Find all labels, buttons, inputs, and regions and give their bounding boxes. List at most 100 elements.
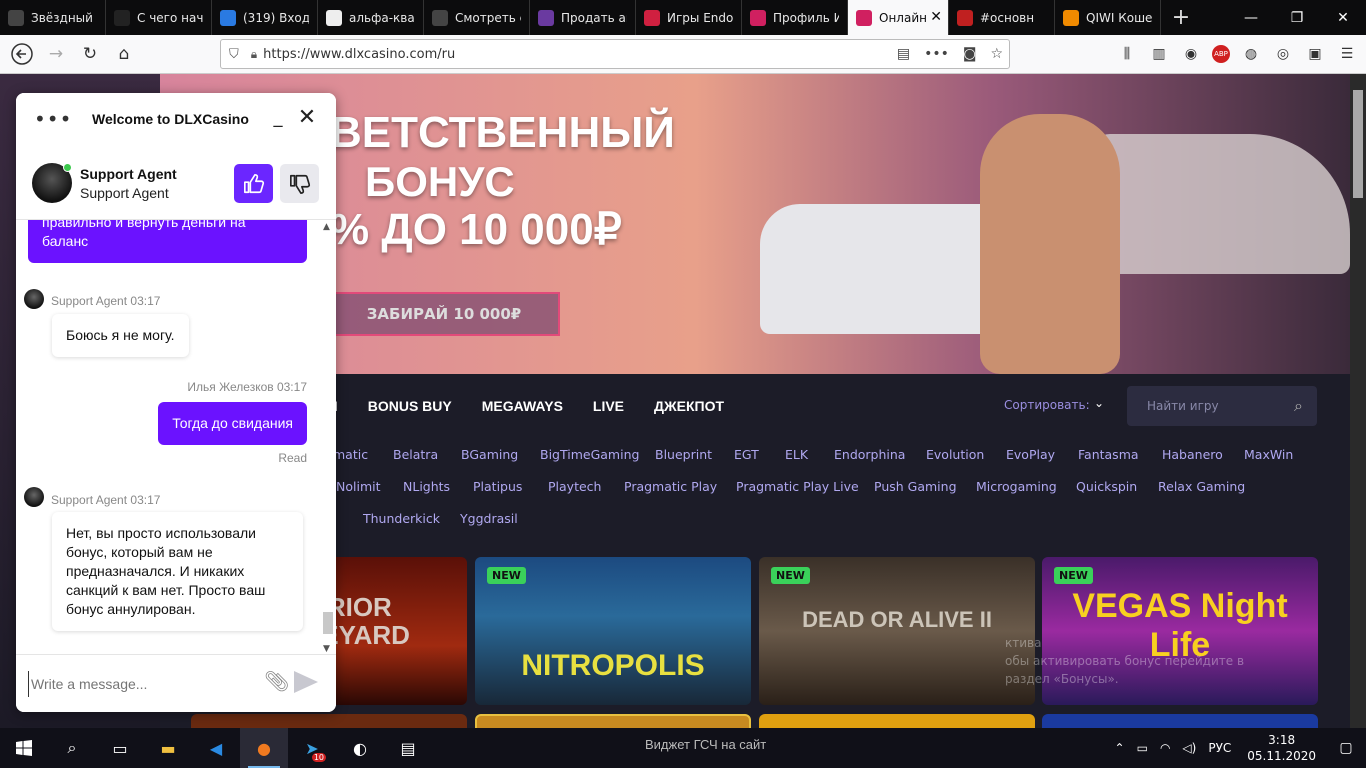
browser-tab[interactable]: (319) Входя — [212, 0, 318, 35]
provider-link[interactable]: Fantasma — [1078, 447, 1139, 462]
game-tile-row2-1[interactable] — [191, 714, 467, 728]
bookmark-star-icon[interactable]: ☆ — [990, 46, 1003, 62]
provider-link[interactable]: ELK — [785, 447, 808, 462]
account-icon[interactable]: ◉ — [1180, 46, 1202, 62]
restore-window-icon[interactable]: ❐ — [1274, 0, 1320, 35]
provider-link[interactable]: Relax Gaming — [1158, 479, 1245, 494]
game-tile-row2-2[interactable] — [475, 714, 751, 728]
forward-button[interactable]: → — [40, 38, 72, 70]
browser-tab[interactable]: QIWI Коше — [1055, 0, 1161, 35]
category-menu-item[interactable]: MEGAWAYS — [482, 398, 563, 414]
battery-icon[interactable]: ▭ — [1137, 741, 1148, 755]
chat-scroll-thumb[interactable] — [323, 612, 333, 634]
scroll-up-icon[interactable]: ▲ — [323, 222, 330, 232]
provider-link[interactable]: MaxWin — [1244, 447, 1293, 462]
game-tile-row2-4[interactable] — [1042, 714, 1318, 728]
provider-link[interactable]: BigTimeGaming — [540, 447, 639, 462]
chevron-down-icon[interactable]: ⌄ — [1094, 396, 1104, 410]
home-icon[interactable]: ⌂ — [108, 38, 140, 70]
back-button[interactable] — [6, 38, 38, 70]
browser-tab[interactable]: Онлайн ✕ — [848, 0, 949, 35]
provider-link[interactable]: Playtech — [548, 479, 601, 494]
game-tile-row2-3[interactable] — [759, 714, 1035, 728]
browser-tab[interactable]: Продать ак — [530, 0, 636, 35]
provider-link[interactable]: Evolution — [926, 447, 984, 462]
language-indicator[interactable]: РУС — [1208, 741, 1231, 755]
profile-icon[interactable]: ▣ — [1304, 46, 1326, 62]
claim-bonus-button[interactable]: ЗАБИРАЙ 10 000₽ — [328, 292, 560, 336]
game-search-input[interactable]: Найти игру ⌕ — [1127, 386, 1317, 426]
provider-link[interactable]: matic — [333, 447, 368, 462]
attachment-icon[interactable]: 📎︎ — [264, 669, 289, 693]
app-window-icon[interactable]: ▤ — [384, 728, 432, 768]
scrollbar-thumb[interactable] — [1353, 90, 1363, 198]
game-tile-nitropolis[interactable]: NEW NITROPOLIS — [475, 557, 751, 705]
provider-link[interactable]: Yggdrasil — [460, 511, 518, 526]
task-view-icon[interactable]: ▭ — [96, 728, 144, 768]
close-tab-icon[interactable]: ✕ — [930, 9, 942, 25]
page-actions-icon[interactable]: ••• — [924, 46, 949, 62]
firefox-icon[interactable]: ● — [240, 728, 288, 768]
provider-link[interactable]: Pragmatic Play — [624, 479, 717, 494]
browser-tab[interactable]: Звёздный г — [0, 0, 106, 35]
provider-link[interactable]: Push Gaming — [874, 479, 957, 494]
search-icon[interactable]: ⌕ — [1294, 396, 1303, 416]
provider-link[interactable]: Pragmatic Play Live — [736, 479, 859, 494]
search-icon[interactable]: ⌕ — [48, 728, 96, 768]
chat-scrollbar[interactable]: ▲ ▼ — [320, 220, 334, 654]
address-bar[interactable]: ⛉ 🔒︎ https://www.dlxcasino.com/ru ▤ ••• … — [220, 39, 1010, 69]
more-options-icon[interactable]: ••• — [34, 107, 72, 131]
close-chat-icon[interactable]: ✕ — [296, 105, 318, 130]
thumbs-up-button[interactable] — [234, 164, 273, 203]
provider-link[interactable]: Platipus — [473, 479, 522, 494]
provider-link[interactable]: EGT — [734, 447, 759, 462]
provider-link[interactable]: Habanero — [1162, 447, 1223, 462]
reload-icon[interactable]: ↻ — [74, 38, 106, 70]
reader-view-icon[interactable]: ▤ — [897, 46, 910, 62]
new-tab-button[interactable]: + — [1161, 0, 1201, 35]
url-text[interactable]: https://www.dlxcasino.com/ru — [263, 47, 455, 62]
category-menu-item[interactable]: BONUS BUY — [368, 398, 452, 414]
provider-link[interactable]: Nolimit — [336, 479, 381, 494]
volume-icon[interactable]: ◁) — [1182, 741, 1196, 755]
browser-tab[interactable]: С чего нача — [106, 0, 212, 35]
provider-link[interactable]: Endorphina — [834, 447, 905, 462]
file-explorer-icon[interactable]: ▬ — [144, 728, 192, 768]
library-icon[interactable]: ⫼ — [1116, 46, 1138, 62]
close-window-icon[interactable]: ✕ — [1320, 0, 1366, 35]
sort-label[interactable]: Сортировать: — [1004, 398, 1090, 412]
provider-link[interactable]: Blueprint — [655, 447, 712, 462]
provider-link[interactable]: BGaming — [461, 447, 518, 462]
start-windows-icon[interactable] — [0, 728, 48, 768]
provider-link[interactable]: Quickspin — [1076, 479, 1137, 494]
wifi-icon[interactable]: ◠ — [1160, 741, 1170, 755]
browser-tab[interactable]: Смотреть с — [424, 0, 530, 35]
vscode-icon[interactable]: ◀ — [192, 728, 240, 768]
provider-link[interactable]: EvoPlay — [1006, 447, 1055, 462]
send-icon[interactable] — [294, 671, 318, 693]
scroll-down-icon[interactable]: ▼ — [323, 644, 330, 654]
category-menu-item[interactable]: LIVE — [593, 398, 624, 414]
pocket-icon[interactable]: ◙ — [963, 46, 977, 62]
page-scrollbar[interactable] — [1350, 74, 1366, 728]
message-input[interactable] — [28, 671, 256, 697]
browser-tab[interactable]: альфа-квар — [318, 0, 424, 35]
menu-icon[interactable]: ☰ — [1336, 46, 1358, 62]
adblock-icon[interactable]: ABP — [1212, 45, 1230, 63]
browser-tab[interactable]: #основн — [949, 0, 1055, 35]
provider-link[interactable]: NLights — [403, 479, 450, 494]
chat-message-list[interactable]: правильно и вернуть деньги на баланс Sup… — [16, 220, 336, 654]
globe-icon[interactable]: ◍ — [1240, 46, 1262, 62]
shield-icon[interactable]: ⛉ — [229, 47, 239, 62]
provider-link[interactable]: Belatra — [393, 447, 438, 462]
notifications-icon[interactable]: ▢ — [1326, 740, 1366, 756]
steam-icon[interactable]: ◐ — [336, 728, 384, 768]
minimize-chat-icon[interactable]: _ — [268, 107, 288, 128]
lock-icon[interactable]: 🔒︎ — [251, 47, 257, 62]
provider-link[interactable]: Microgaming — [976, 479, 1057, 494]
category-menu-item[interactable]: ДЖЕКПОТ — [654, 398, 724, 414]
game-tile-dead-or-alive[interactable]: NEW DEAD OR ALIVE II — [759, 557, 1035, 705]
browser-tab[interactable]: Профиль И — [742, 0, 848, 35]
provider-link[interactable]: Thunderkick — [363, 511, 440, 526]
thumbs-down-button[interactable] — [280, 164, 319, 203]
